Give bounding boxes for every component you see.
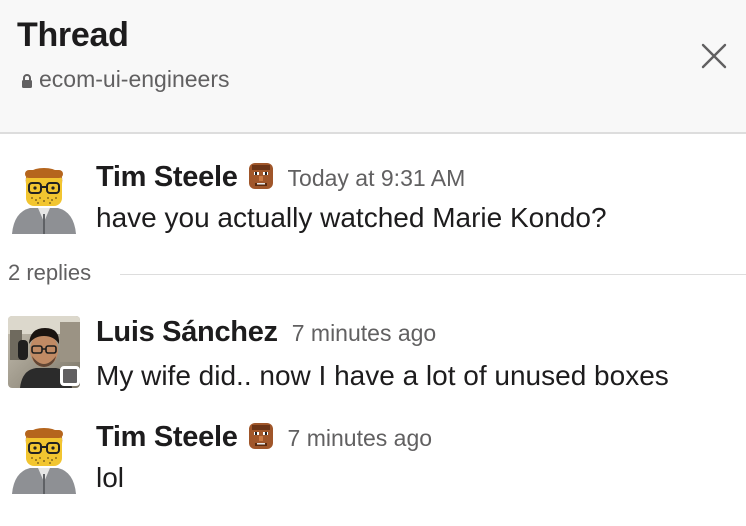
channel-link[interactable]: ecom-ui-engineers bbox=[21, 66, 229, 93]
message-header: Tim Steele Today at 9:31 AM bbox=[96, 158, 465, 194]
doom-face-emoji-icon bbox=[248, 162, 274, 190]
thread-title: Thread bbox=[17, 16, 129, 54]
message-timestamp[interactable]: 7 minutes ago bbox=[292, 320, 436, 347]
lock-icon bbox=[22, 73, 32, 88]
message-text: My wife did.. now I have a lot of unused… bbox=[96, 360, 669, 391]
doom-face-emoji-icon bbox=[248, 422, 274, 450]
avatar[interactable] bbox=[8, 422, 80, 494]
channel-name: ecom-ui-engineers bbox=[39, 66, 230, 92]
divider-line bbox=[120, 274, 746, 275]
parent-message[interactable]: Tim Steele Today at 9:31 AM have you act… bbox=[0, 150, 746, 250]
author-name[interactable]: Luis Sánchez bbox=[96, 316, 278, 349]
author-name[interactable]: Tim Steele bbox=[96, 421, 238, 454]
thread-header: Thread ecom-ui-engineers bbox=[0, 0, 746, 134]
replies-count: 2 replies bbox=[8, 260, 92, 285]
author-name[interactable]: Tim Steele bbox=[96, 161, 238, 194]
message-timestamp[interactable]: 7 minutes ago bbox=[288, 425, 432, 452]
message-header: Tim Steele 7 minutes ago bbox=[96, 418, 432, 454]
message-text: have you actually watched Marie Kondo? bbox=[96, 202, 607, 233]
close-icon bbox=[701, 43, 727, 69]
close-button[interactable] bbox=[694, 36, 734, 76]
replies-divider: 2 replies bbox=[8, 260, 746, 288]
message-timestamp[interactable]: Today at 9:31 AM bbox=[288, 165, 466, 192]
message-header: Luis Sánchez 7 minutes ago bbox=[96, 316, 436, 349]
message-text: lol bbox=[96, 462, 125, 493]
avatar[interactable] bbox=[8, 162, 80, 234]
presence-away-indicator bbox=[60, 366, 80, 386]
reply-message[interactable]: Tim Steele 7 minutes ago lol bbox=[0, 410, 746, 510]
reply-message[interactable]: Luis Sánchez 7 minutes ago My wife did..… bbox=[0, 306, 746, 398]
